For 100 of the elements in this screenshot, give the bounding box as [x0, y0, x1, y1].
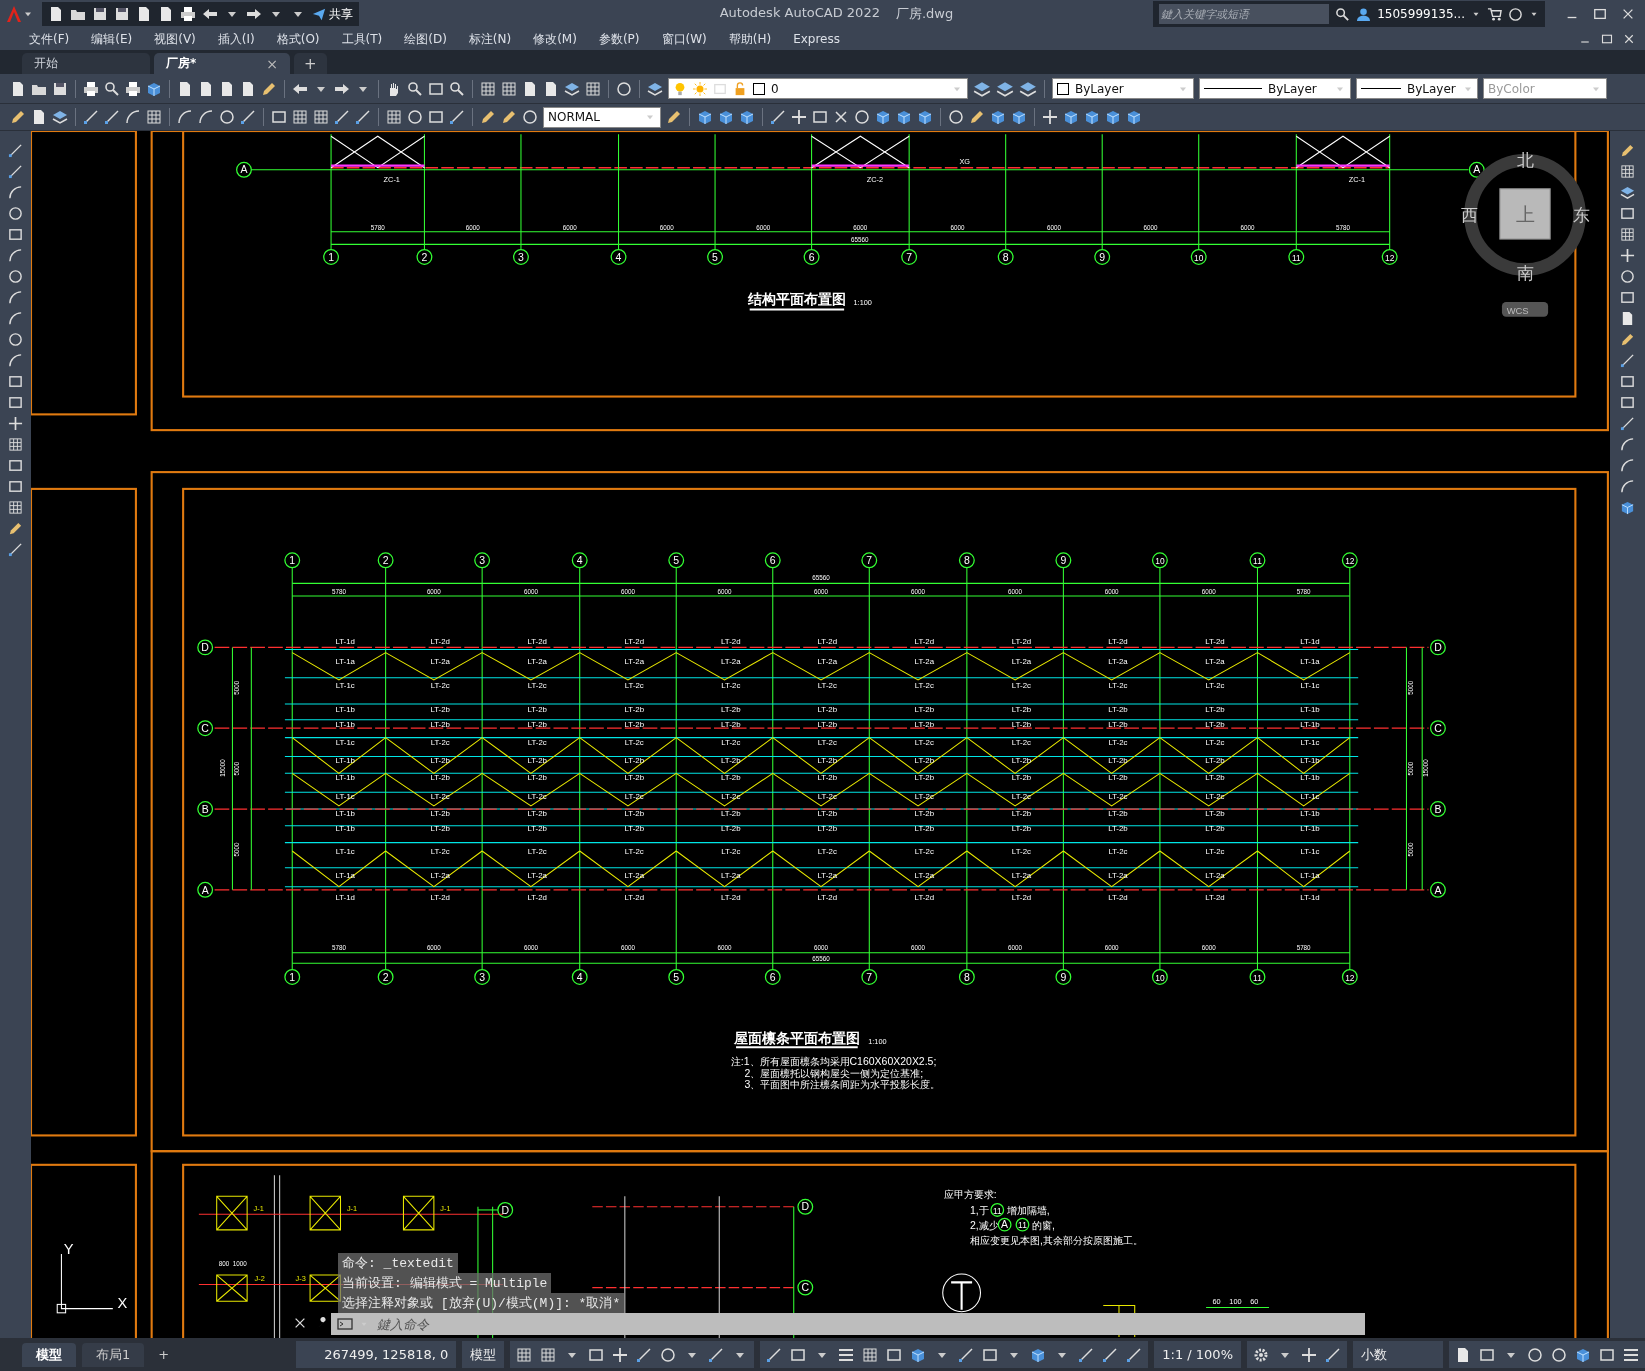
line-icon[interactable] [8, 143, 23, 158]
plus-icon[interactable] [1620, 248, 1635, 263]
close-icon[interactable] [1623, 33, 1635, 45]
pencil-icon[interactable] [480, 109, 496, 125]
arc-icon[interactable] [8, 311, 23, 326]
cube-icon[interactable] [990, 109, 1006, 125]
square-icon[interactable] [8, 374, 23, 389]
grid-icon[interactable] [313, 109, 329, 125]
printer-icon[interactable] [125, 80, 141, 97]
arc-icon[interactable] [198, 109, 214, 125]
pencil-icon[interactable] [666, 109, 682, 125]
pencil-icon[interactable] [1620, 143, 1635, 158]
line-icon[interactable] [1126, 1346, 1143, 1363]
layer-dropdown[interactable]: 0 [668, 78, 968, 99]
page-icon[interactable] [177, 80, 193, 97]
square-icon[interactable] [1620, 395, 1635, 410]
cube-icon[interactable] [1063, 109, 1079, 125]
circle-icon[interactable] [660, 1346, 677, 1363]
menu-icon[interactable] [838, 1346, 855, 1363]
window-icon[interactable] [1593, 7, 1607, 21]
line-icon[interactable] [1620, 353, 1635, 368]
cube-icon[interactable] [1084, 109, 1100, 125]
grid-icon[interactable] [146, 109, 162, 125]
printer-icon[interactable] [180, 6, 196, 22]
menu-item[interactable]: 修改(M) [522, 30, 588, 48]
close-icon[interactable] [293, 1316, 307, 1330]
gear-icon[interactable] [1253, 1346, 1269, 1363]
line-icon[interactable] [104, 109, 120, 125]
square-icon[interactable] [1620, 374, 1635, 389]
grid-icon[interactable] [585, 80, 601, 97]
pencil-icon[interactable] [501, 109, 517, 125]
lineweight-dropdown[interactable]: ByLayer [1356, 78, 1478, 99]
page-icon[interactable] [31, 109, 47, 125]
square-icon[interactable] [428, 109, 444, 125]
add-layout-button[interactable]: + [150, 1347, 178, 1362]
plus-icon[interactable] [1301, 1346, 1317, 1363]
line-icon[interactable] [1102, 1346, 1119, 1363]
line-icon[interactable] [240, 109, 256, 125]
grid-icon[interactable] [8, 500, 23, 515]
line-icon[interactable] [708, 1346, 725, 1363]
menu-item[interactable]: 参数(P) [587, 30, 651, 48]
circle-icon[interactable] [1551, 1346, 1567, 1363]
square-icon[interactable] [790, 1346, 807, 1363]
grid-icon[interactable] [386, 109, 402, 125]
page-icon[interactable] [158, 6, 174, 22]
search-icon[interactable] [1335, 6, 1351, 22]
arc-icon[interactable] [1620, 437, 1635, 452]
square-icon[interactable] [271, 109, 287, 125]
square-icon[interactable] [1620, 206, 1635, 221]
pencil-icon[interactable] [10, 109, 26, 125]
menu-item[interactable]: 插入(I) [206, 30, 266, 48]
line-icon[interactable] [770, 109, 786, 125]
layers-icon[interactable] [1620, 185, 1635, 200]
line-icon[interactable] [8, 164, 23, 179]
grid-icon[interactable] [516, 1346, 533, 1363]
grid-icon[interactable] [292, 109, 308, 125]
command-input-field[interactable]: 鍵入命令 [375, 1315, 1365, 1333]
layout-tab[interactable]: 模型 [22, 1342, 76, 1367]
printer-icon[interactable] [83, 80, 99, 97]
arc-icon[interactable] [1620, 458, 1635, 473]
arrow-right-icon[interactable] [246, 6, 262, 22]
menu-item[interactable]: 编辑(E) [80, 30, 144, 48]
arc-icon[interactable] [8, 185, 23, 200]
grid-icon[interactable] [8, 437, 23, 452]
menu-item[interactable]: 绘图(D) [393, 30, 458, 48]
circle-icon[interactable] [8, 269, 23, 284]
pencil-icon[interactable] [969, 109, 985, 125]
circle-icon[interactable] [616, 80, 632, 97]
arc-icon[interactable] [177, 109, 193, 125]
file-tab[interactable]: 开始 [22, 53, 150, 74]
close-icon[interactable] [1621, 7, 1635, 21]
plus-icon[interactable] [612, 1346, 629, 1363]
menu-item[interactable]: 工具(T) [330, 30, 394, 48]
window-icon[interactable] [1601, 33, 1613, 45]
window-icon[interactable] [1479, 1346, 1495, 1363]
search-field[interactable]: 鍵入关键字或短语 [1159, 4, 1330, 24]
grid-icon[interactable] [540, 1346, 557, 1363]
circle-icon[interactable] [407, 109, 423, 125]
page-icon[interactable] [1455, 1346, 1471, 1363]
line-icon[interactable] [334, 109, 350, 125]
cube-icon[interactable] [1105, 109, 1121, 125]
circle-icon[interactable] [219, 109, 235, 125]
grid-icon[interactable] [1620, 227, 1635, 242]
page-icon[interactable] [48, 6, 64, 22]
square-icon[interactable] [8, 479, 23, 494]
page-icon[interactable] [1620, 311, 1635, 326]
cube-icon[interactable] [910, 1346, 927, 1363]
page-icon[interactable] [198, 80, 214, 97]
square-icon[interactable] [588, 1346, 605, 1363]
page-icon[interactable] [10, 80, 26, 97]
circle-icon[interactable] [522, 109, 538, 125]
arc-icon[interactable] [8, 290, 23, 305]
line-icon[interactable] [1078, 1346, 1095, 1363]
pencil-icon[interactable] [261, 80, 277, 97]
model-space-button[interactable]: 模型 [462, 1341, 505, 1368]
menu-item[interactable]: 格式(O) [265, 30, 331, 48]
close-tab-button[interactable]: × [266, 55, 278, 72]
cube-icon[interactable] [697, 109, 713, 125]
cart-icon[interactable] [1487, 6, 1502, 22]
annotation-scale-dropdown[interactable]: 1:1 / 100% [1154, 1341, 1241, 1368]
